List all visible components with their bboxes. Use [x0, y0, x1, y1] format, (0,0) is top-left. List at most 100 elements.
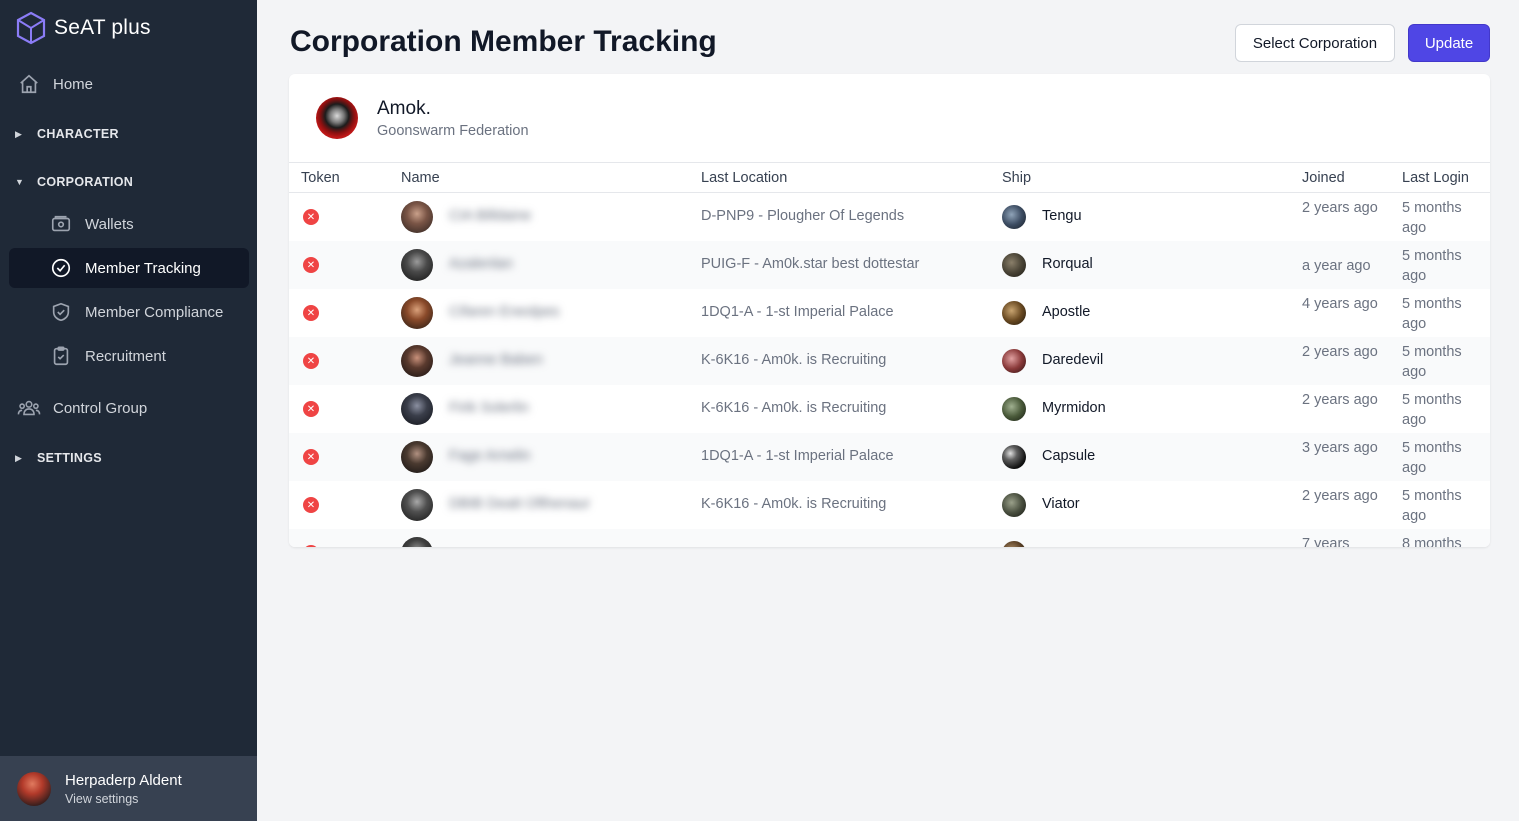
last-login: 5 months ago	[1402, 344, 1462, 380]
joined-date: 2 years ago	[1302, 488, 1378, 504]
ship-name: Capsule	[1042, 448, 1096, 464]
caret-right-icon: ▶	[15, 128, 23, 139]
token-invalid-icon[interactable]: ✕	[303, 401, 319, 417]
last-login: 5 months ago	[1402, 248, 1462, 284]
clipboard-check-icon	[49, 344, 73, 368]
column-header-token[interactable]: Token	[301, 170, 340, 186]
last-location: K-6K16 - Am0k. is Recruiting	[701, 496, 887, 512]
last-location: PUIG-F - Am0k.star best dottestar	[701, 256, 920, 272]
sidebar-item-label: Wallets	[85, 215, 134, 233]
sidebar-item-member-tracking[interactable]: Member Tracking	[9, 248, 249, 288]
user-name: Herpaderp Aldent	[65, 771, 182, 789]
last-location: K-6K16 - Am0k. is Recruiting	[701, 400, 887, 416]
ship-name: Apostle	[1042, 304, 1091, 320]
ship-icon	[1002, 397, 1026, 421]
user-profile[interactable]: Herpaderp Aldent View settings	[0, 756, 257, 821]
users-group-icon	[17, 396, 41, 420]
last-login: 5 months ago	[1402, 200, 1462, 236]
character-name[interactable]: Azalenlan	[449, 256, 513, 272]
token-invalid-icon[interactable]: ✕	[303, 449, 319, 465]
corporation-logo	[316, 97, 358, 139]
character-name[interactable]: Jeanne Baben	[449, 352, 543, 368]
character-name[interactable]: Cifaren Eneslpes	[449, 304, 559, 320]
ship-name: Rorqual	[1042, 256, 1093, 272]
ship-icon	[1002, 445, 1026, 469]
joined-date: 4 years ago	[1302, 296, 1378, 312]
token-invalid-icon[interactable]: ✕	[303, 545, 319, 547]
sidebar-item-label: Recruitment	[85, 347, 166, 365]
table-row[interactable]: ✕ Cifaren Eneslpes 1DQ1-A - 1-st Imperia…	[289, 289, 1490, 337]
ship-name: Daredevil	[1042, 352, 1104, 368]
brand-name: SeAT plus	[54, 16, 151, 39]
joined-date: 2 years ago	[1302, 200, 1378, 216]
table-row[interactable]: ✕ Fage Arnelin 1DQ1-A - 1-st Imperial Pa…	[289, 433, 1490, 481]
sidebar-item-recruitment[interactable]: Recruitment	[9, 336, 249, 376]
character-name[interactable]: Fage Arnelin	[449, 448, 530, 464]
ship-name: Tengu	[1042, 208, 1082, 224]
shield-check-icon	[49, 300, 73, 324]
character-portrait	[401, 345, 433, 377]
column-header-location[interactable]: Last Location	[701, 170, 787, 186]
ship-icon	[1002, 493, 1026, 517]
brand[interactable]: SeAT plus	[16, 10, 151, 46]
sidebar-section-settings[interactable]: ▶ SETTINGS	[9, 442, 249, 474]
table-row[interactable]: ✕ Firik Solerlin K-6K16 - Am0k. is Recru…	[289, 385, 1490, 433]
sidebar: SeAT plus Home ▶ CHARACTER ▼ CORPORATION…	[0, 0, 257, 821]
character-name[interactable]: CIA Billdaine	[449, 208, 531, 224]
token-invalid-icon[interactable]: ✕	[303, 497, 319, 513]
token-invalid-icon[interactable]: ✕	[303, 305, 319, 321]
character-name[interactable]: Firik Solerlin	[449, 400, 529, 416]
joined-date: 2 years ago	[1302, 392, 1378, 408]
column-header-ship[interactable]: Ship	[1002, 170, 1031, 186]
sidebar-item-label: Member Compliance	[85, 303, 224, 321]
table-row[interactable]: ✕ Jeanne Baben K-6K16 - Am0k. is Recruit…	[289, 337, 1490, 385]
column-header-name[interactable]: Name	[401, 170, 440, 186]
last-location: 1DQ1-A - 1-st Imperial Palace	[701, 304, 894, 320]
column-header-last-login[interactable]: Last Login	[1402, 170, 1469, 186]
character-name[interactable]: DBIB Deatt Ofthenaur	[449, 496, 590, 512]
last-login: 5 months ago	[1402, 488, 1462, 524]
table-row[interactable]: ✕ Azalenlan PUIG-F - Am0k.star best dott…	[289, 241, 1490, 289]
seat-logo-icon	[16, 11, 46, 45]
ship-name: Myrmidon	[1042, 400, 1106, 416]
caret-down-icon: ▼	[15, 177, 25, 187]
joined-date: 7 years	[1302, 536, 1350, 547]
ship-icon	[1002, 205, 1026, 229]
sidebar-item-label: Control Group	[53, 399, 148, 417]
sidebar-section-character[interactable]: ▶ CHARACTER	[9, 118, 249, 150]
column-header-joined[interactable]: Joined	[1302, 170, 1345, 186]
sidebar-item-home[interactable]: Home	[9, 64, 249, 104]
joined-date: 2 years ago	[1302, 344, 1378, 360]
sidebar-section-corporation[interactable]: ▼ CORPORATION	[9, 166, 249, 198]
table-row[interactable]: ✕ DBIB Deatt Ofthenaur K-6K16 - Am0k. is…	[289, 481, 1490, 529]
token-invalid-icon[interactable]: ✕	[303, 257, 319, 273]
last-location: 1DQ1-A - 1-st Imperial Palace	[701, 448, 894, 464]
sidebar-item-control-group[interactable]: Control Group	[9, 388, 249, 428]
home-icon	[17, 72, 41, 96]
update-button[interactable]: Update	[1408, 24, 1490, 62]
sidebar-item-label: Home	[53, 75, 94, 93]
section-label: CHARACTER	[37, 127, 119, 141]
table-row[interactable]: ✕ CIA Billdaine D-PNP9 - Plougher Of Leg…	[289, 193, 1490, 241]
sidebar-item-wallets[interactable]: Wallets	[9, 204, 249, 244]
view-settings-link[interactable]: View settings	[65, 792, 182, 806]
token-invalid-icon[interactable]: ✕	[303, 353, 319, 369]
section-label: SETTINGS	[37, 451, 102, 465]
select-corporation-button[interactable]: Select Corporation	[1235, 24, 1395, 62]
character-portrait	[401, 201, 433, 233]
ship-icon	[1002, 301, 1026, 325]
last-location: D-PNP9 - Plougher Of Legends	[701, 208, 905, 224]
token-invalid-icon[interactable]: ✕	[303, 209, 319, 225]
table-row[interactable]: ✕ 7 years 8 months	[289, 529, 1490, 547]
last-login: 5 months ago	[1402, 392, 1462, 428]
ship-icon	[1002, 253, 1026, 277]
last-login: 5 months ago	[1402, 440, 1462, 476]
member-tracking-card: Amok. Goonswarm Federation Token Name La…	[289, 74, 1490, 547]
alliance-name: Goonswarm Federation	[377, 123, 529, 139]
character-portrait	[401, 489, 433, 521]
caret-right-icon: ▶	[15, 452, 23, 463]
wallet-icon	[49, 212, 73, 236]
corporation-name: Amok.	[377, 98, 431, 119]
avatar	[17, 771, 51, 806]
sidebar-item-member-compliance[interactable]: Member Compliance	[9, 292, 249, 332]
